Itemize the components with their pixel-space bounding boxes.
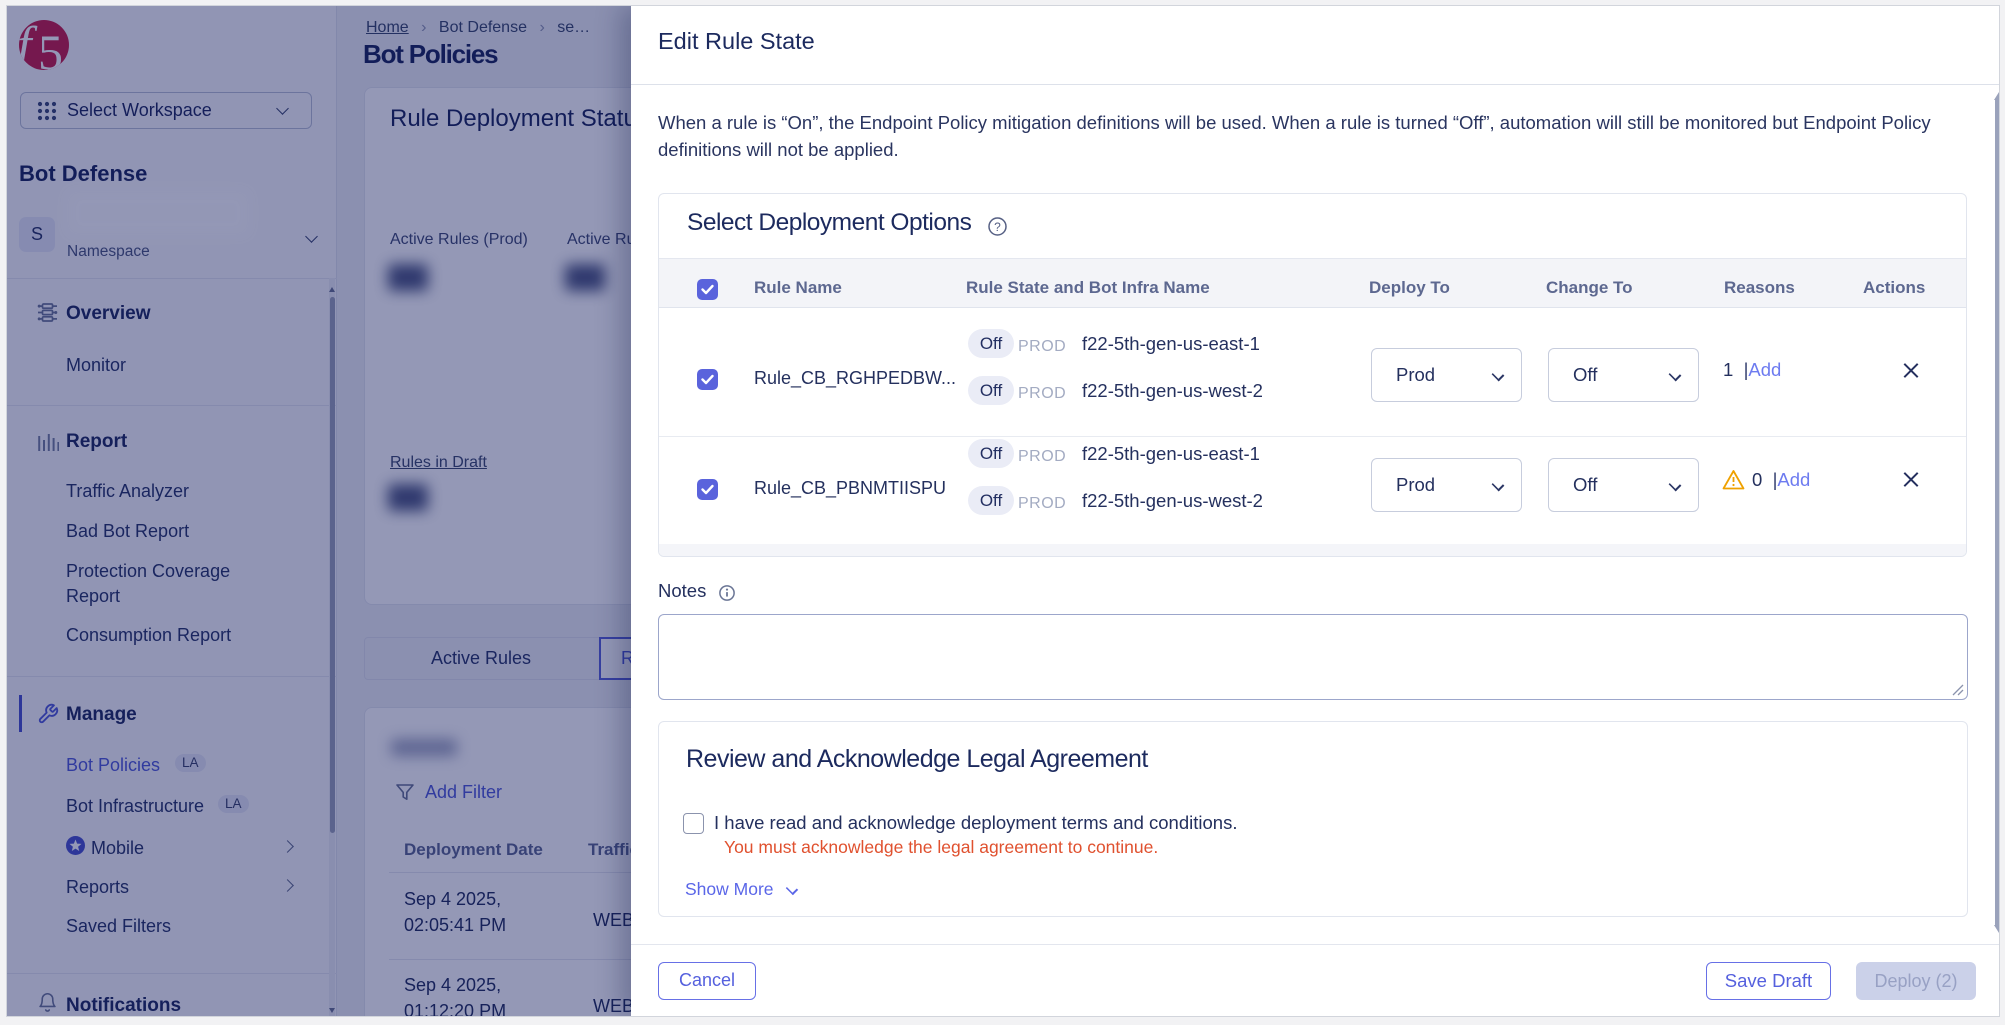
svg-text:?: ? [994,220,1001,234]
